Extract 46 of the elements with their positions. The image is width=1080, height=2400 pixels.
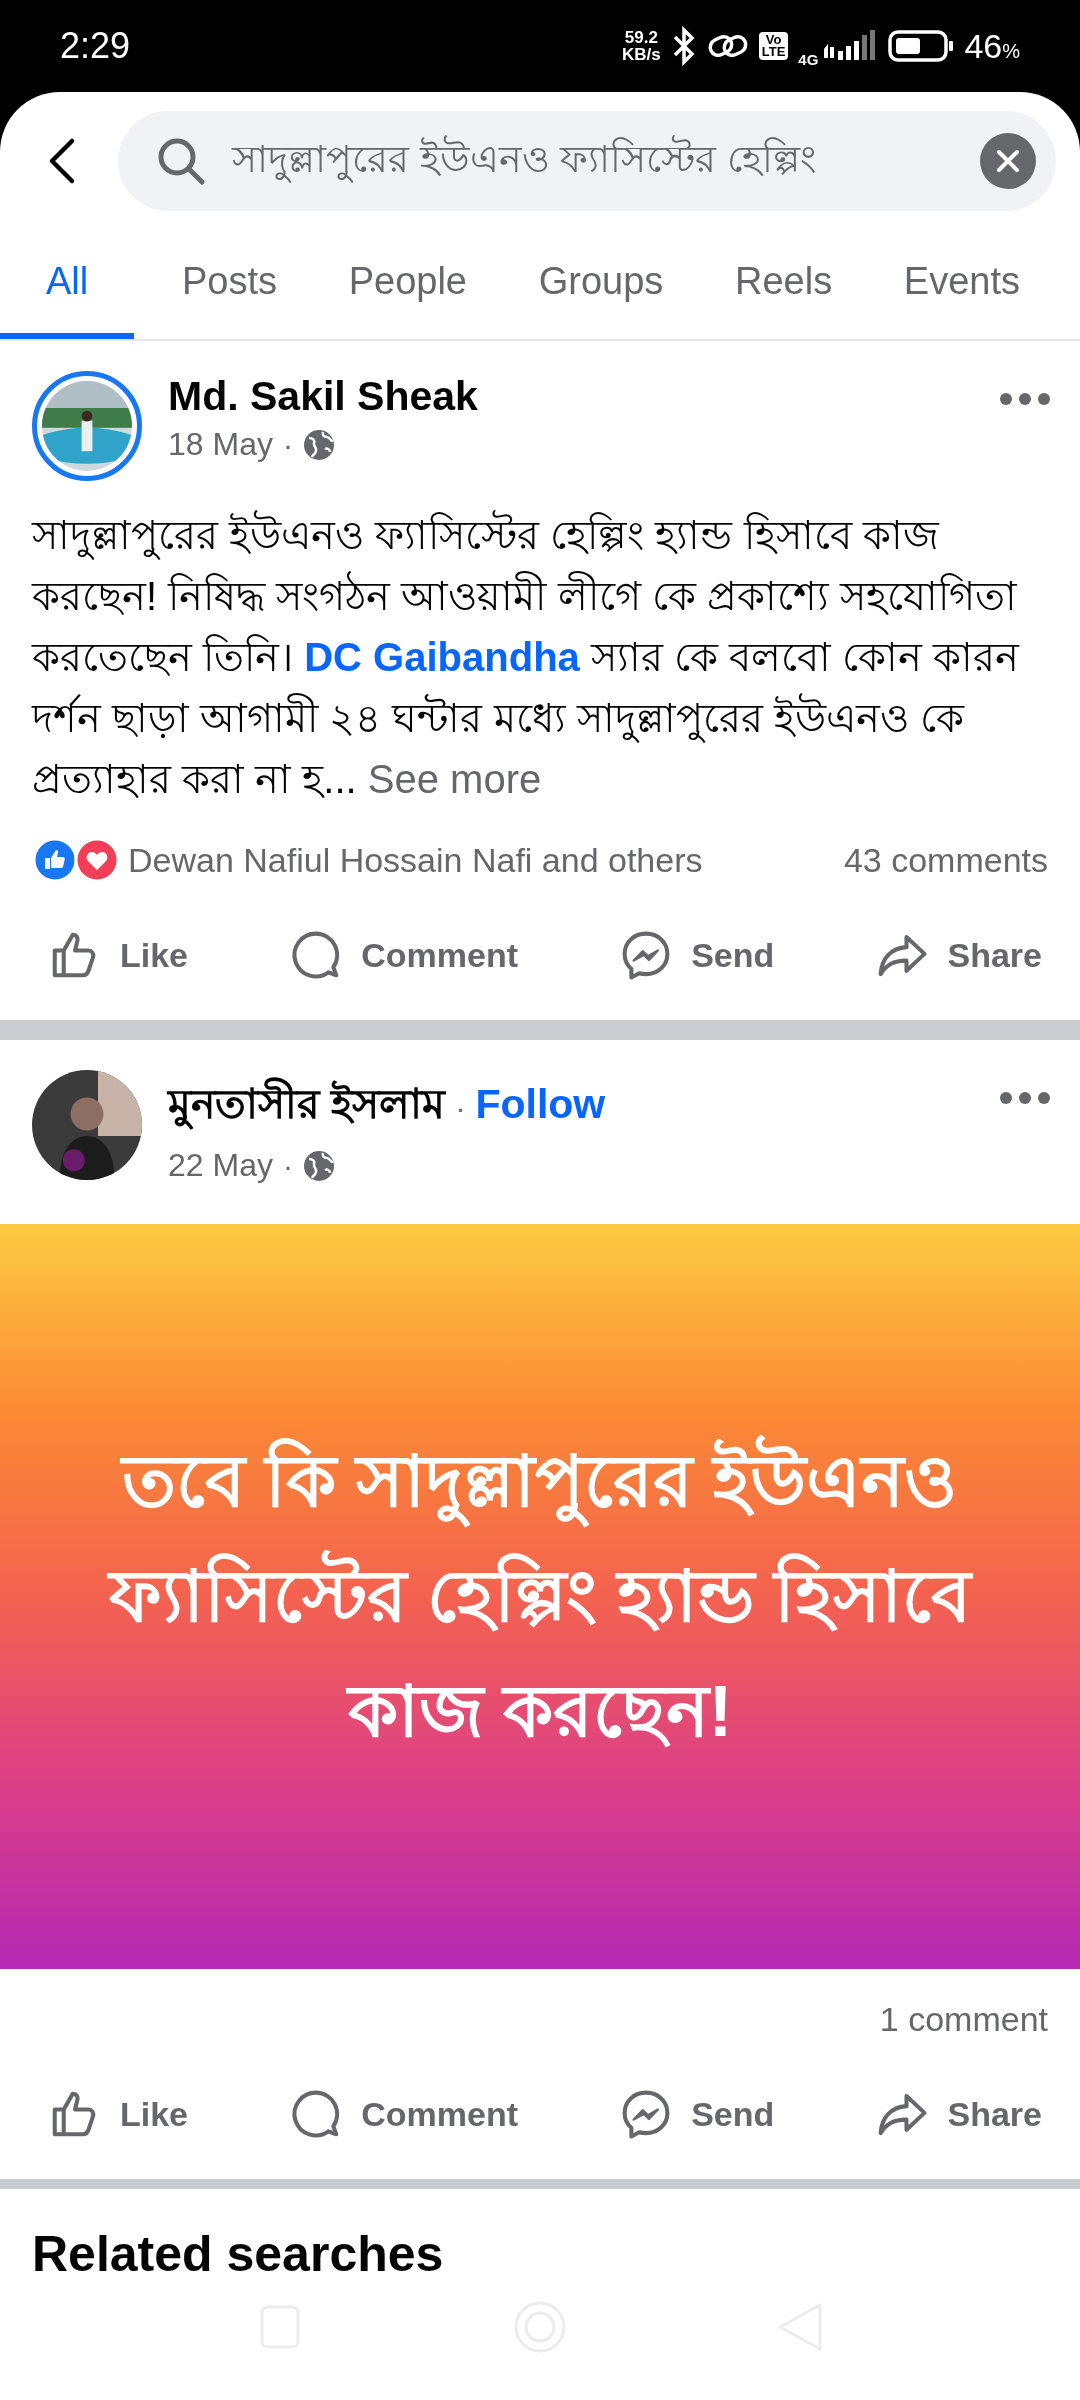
volte-badge: Vo LTE bbox=[758, 32, 789, 60]
author-name[interactable]: Md. Sakil Sheak bbox=[168, 373, 478, 420]
like-button[interactable]: Like bbox=[48, 928, 189, 982]
separator-dot: · bbox=[455, 1091, 466, 1125]
share-button[interactable]: Share bbox=[875, 928, 1042, 982]
love-reaction-icon bbox=[74, 837, 120, 883]
post-date[interactable]: 22 May bbox=[168, 1147, 273, 1184]
like-button[interactable]: Like bbox=[48, 2087, 189, 2141]
share-button[interactable]: Share bbox=[875, 2087, 1042, 2141]
search-field[interactable]: সাদুল্লাপুরের ইউএনও ফ্যাসিস্টের হেল্পিং bbox=[118, 111, 1056, 211]
send-button[interactable]: Send bbox=[619, 928, 775, 982]
send-button[interactable]: Send bbox=[619, 2087, 775, 2141]
post-date[interactable]: 18 May bbox=[168, 426, 273, 463]
comment-count[interactable]: 43 comments bbox=[843, 840, 1048, 880]
more-options-icon[interactable] bbox=[998, 1090, 1052, 1106]
globe-icon bbox=[302, 428, 335, 461]
filter-tab[interactable]: Events bbox=[879, 232, 1080, 339]
network-speed: 59.2 bbox=[623, 29, 659, 46]
clock-time: 2:29 bbox=[60, 25, 132, 67]
separator-dot: · bbox=[282, 1148, 293, 1183]
like-reaction-icon bbox=[32, 837, 78, 883]
speed-unit: KB/s bbox=[622, 46, 661, 63]
separator-dot: · bbox=[282, 427, 293, 462]
clear-button[interactable] bbox=[980, 133, 1036, 189]
comment-button[interactable]: Comment bbox=[289, 2087, 518, 2141]
filter-tab[interactable]: All bbox=[0, 232, 135, 339]
post-text: সাদুল্লাপুরের ইউএনও ফ্যাসিস্টের হেল্পিং হ্যান্ড হিসাবে কাজ করছেন! নিষিদ্ধ সংগঠন আওয়ামী লীগে কে প্রকাশ্যে সহযোগিতা করতেছেন তিনি। DC Gaibandha স্যার কে বলবো কোন কারন দর্শন ছাড়া আগামী ২৪ ঘন্টার মধ্যে সাদুল্লাপুরের ইউএনও কে প্রত্যাহার করা না হ... See more bbox=[0, 501, 1080, 810]
comment-count[interactable]: 1 comment bbox=[879, 1999, 1048, 2039]
reactions-summary[interactable]: Dewan Nafiul Hossain Nafi and others bbox=[128, 840, 836, 880]
search-query: সাদুল্লাপুরের ইউএনও ফ্যাসিস্টের হেল্পিং bbox=[232, 129, 956, 193]
filter-tab[interactable]: Groups bbox=[514, 232, 688, 339]
author-name[interactable]: মুনতাসীর ইসলাম bbox=[168, 1072, 446, 1141]
globe-icon bbox=[302, 1149, 335, 1182]
section-heading: Related searches bbox=[32, 2225, 445, 2283]
post-text: তবে কি সাদুল্লাপুরের ইউএনও ফ্যাসিস্টের হেল্পিং হ্যান্ড হিসাবে কাজ করছেন! bbox=[90, 1424, 990, 1769]
follow-link[interactable]: Follow bbox=[475, 1081, 606, 1128]
comment-button[interactable]: Comment bbox=[289, 928, 518, 982]
battery-percent: 46% bbox=[964, 26, 1020, 66]
filter-tab[interactable]: Reels bbox=[711, 232, 857, 339]
page-link[interactable]: DC Gaibandha bbox=[304, 635, 580, 679]
network-type: 4G bbox=[798, 50, 819, 68]
more-options-icon[interactable] bbox=[998, 391, 1052, 407]
battery-icon bbox=[888, 29, 955, 63]
see-more-link[interactable]: See more bbox=[367, 757, 542, 801]
filter-tab[interactable]: Posts bbox=[157, 232, 301, 339]
filter-tab[interactable]: People bbox=[324, 232, 491, 339]
